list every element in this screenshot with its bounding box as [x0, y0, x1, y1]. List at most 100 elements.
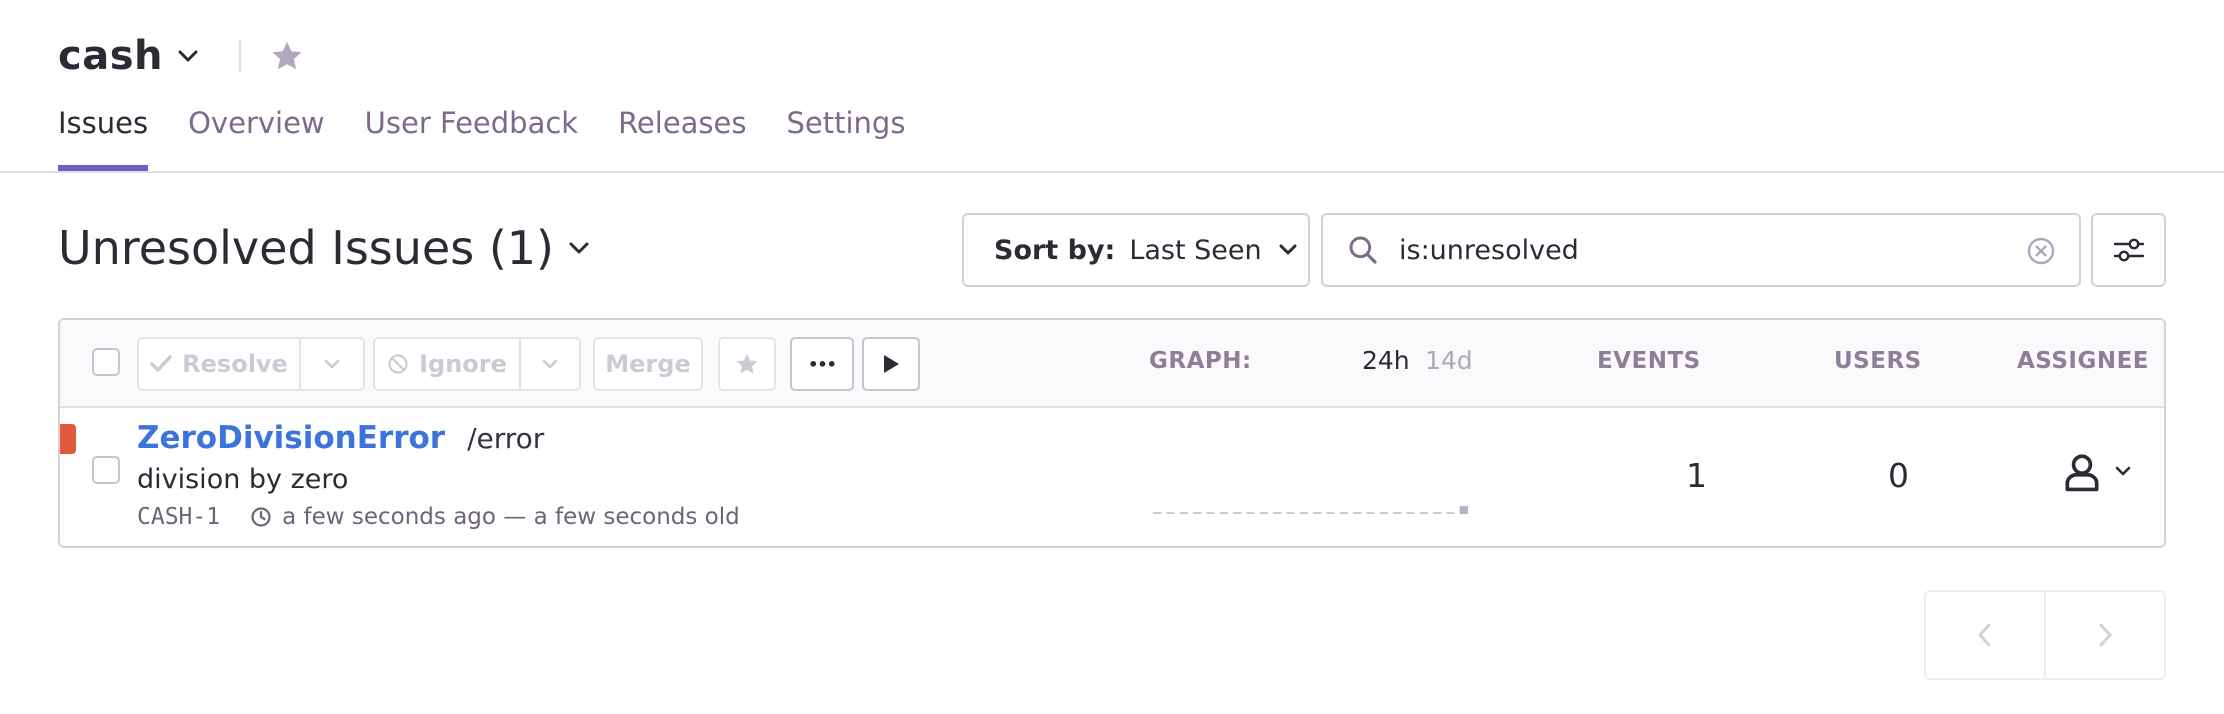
sparkline-bar — [1166, 512, 1175, 514]
issue-users-count: 0 — [1888, 456, 1909, 495]
sparkline-bar — [1446, 512, 1455, 514]
sparkline-bar — [1326, 512, 1335, 514]
issue-list-toolbar: Resolve Ignore Merge ••• GRAPH: 24h 14d … — [60, 320, 2164, 408]
level-indicator — [60, 424, 76, 454]
tab-releases[interactable]: Releases — [618, 100, 746, 172]
sparkline-bar — [1219, 512, 1228, 514]
resolve-label: Resolve — [182, 350, 288, 378]
ignore-button-group: Ignore — [373, 337, 581, 391]
sparkline-bar — [1393, 512, 1402, 514]
tab-overview[interactable]: Overview — [188, 100, 325, 172]
sparkline-bar — [1353, 512, 1362, 514]
sparkline-bar — [1233, 512, 1242, 514]
sparkline-bar — [1339, 512, 1348, 514]
sparkline-bar — [1459, 506, 1468, 514]
page-title-text: Unresolved Issues — [58, 221, 475, 275]
chevron-down-icon — [324, 359, 340, 369]
sparkline-bar — [1193, 512, 1202, 514]
ignore-label: Ignore — [419, 350, 507, 378]
filter-settings-button[interactable] — [2091, 213, 2166, 287]
page-title[interactable]: Unresolved Issues (1) — [58, 218, 590, 278]
sliders-icon — [2113, 238, 2144, 262]
sparkline-bar — [1299, 512, 1308, 514]
tab-issues[interactable]: Issues — [58, 100, 149, 172]
search-icon — [1347, 234, 1379, 266]
tab-settings[interactable]: Settings — [787, 100, 906, 172]
project-name[interactable]: cash — [58, 33, 163, 79]
issue-message: division by zero — [137, 464, 349, 495]
issue-type-link[interactable]: ZeroDivisionError — [137, 420, 445, 456]
star-icon[interactable] — [269, 38, 305, 74]
issue-meta: CASH-1 a few seconds ago — a few seconds… — [137, 504, 740, 530]
ban-icon — [388, 354, 408, 374]
check-icon — [150, 355, 172, 372]
merge-button[interactable]: Merge — [595, 339, 701, 389]
sparkline-bar — [1179, 512, 1188, 514]
period-24h[interactable]: 24h — [1362, 346, 1410, 375]
issue-count: (1) — [488, 221, 554, 275]
project-header: cash — [58, 30, 305, 82]
chevron-down-icon — [2115, 466, 2131, 476]
ellipsis-icon: ••• — [808, 354, 837, 374]
resolve-dropdown[interactable] — [299, 339, 363, 389]
chevron-left-icon — [1978, 623, 1991, 647]
period-14d[interactable]: 14d — [1425, 346, 1473, 375]
issue-events-count: 1 — [1686, 456, 1707, 495]
play-icon — [884, 355, 899, 373]
assignee-selector[interactable] — [2060, 450, 2132, 494]
sort-label: Sort by: — [994, 234, 1116, 266]
events-column-header: EVENTS — [1597, 348, 1701, 374]
bookmark-button-group — [718, 337, 776, 391]
sparkline-bar — [1259, 512, 1268, 514]
sparkline-bar — [1286, 512, 1295, 514]
sparkline-bar — [1246, 512, 1255, 514]
clock-icon — [250, 506, 272, 528]
realtime-play-button[interactable] — [862, 337, 920, 391]
select-all-checkbox[interactable] — [92, 348, 120, 376]
merge-button-group: Merge — [593, 337, 703, 391]
pagination — [1924, 590, 2166, 680]
merge-label: Merge — [605, 350, 691, 378]
sparkline-bar — [1366, 512, 1375, 514]
more-actions-button[interactable]: ••• — [790, 337, 854, 391]
sparkline-bar — [1273, 512, 1282, 514]
chevron-down-icon — [1278, 244, 1298, 256]
issue-timestamps: a few seconds ago — a few seconds old — [282, 504, 740, 530]
sparkline-bar — [1406, 512, 1415, 514]
chevron-down-icon[interactable] — [568, 241, 590, 255]
assignee-column-header: ASSIGNEE — [2017, 348, 2150, 374]
sparkline-bar — [1313, 512, 1322, 514]
search-bar — [1321, 213, 2081, 287]
sort-dropdown[interactable]: Sort by: Last Seen — [962, 213, 1310, 287]
header-divider — [239, 40, 241, 72]
bookmark-button[interactable] — [720, 339, 774, 389]
users-column-header: USERS — [1834, 348, 1922, 374]
chevron-down-icon — [542, 359, 558, 369]
previous-page-button[interactable] — [1926, 592, 2044, 678]
resolve-button-group: Resolve — [137, 337, 365, 391]
sparkline-bar — [1379, 512, 1388, 514]
sparkline-bar — [1206, 512, 1215, 514]
clear-search-icon[interactable] — [2025, 235, 2057, 267]
ignore-dropdown[interactable] — [519, 339, 579, 389]
issue-sparkline — [1153, 506, 1468, 514]
star-icon — [736, 353, 758, 374]
resolve-button[interactable]: Resolve — [139, 339, 299, 389]
sparkline-bar — [1153, 512, 1162, 514]
sparkline-bar — [1433, 512, 1442, 514]
sort-value: Last Seen — [1129, 234, 1262, 266]
next-page-button[interactable] — [2044, 592, 2164, 678]
search-input[interactable] — [1399, 234, 2019, 266]
user-icon — [2065, 454, 2099, 492]
chevron-down-icon[interactable] — [177, 49, 199, 63]
ignore-button[interactable]: Ignore — [375, 339, 519, 389]
graph-column-header: GRAPH: — [1149, 348, 1252, 374]
issue-title: ZeroDivisionError /error — [137, 420, 544, 456]
chevron-right-icon — [2099, 623, 2112, 647]
sparkline-bar — [1419, 512, 1428, 514]
tab-user-feedback[interactable]: User Feedback — [365, 100, 578, 172]
issue-checkbox[interactable] — [92, 456, 120, 484]
project-tabs: Issues Overview User Feedback Releases S… — [58, 100, 945, 172]
issue-list-panel: Resolve Ignore Merge ••• GRAPH: 24h 14d … — [58, 318, 2166, 548]
issue-culprit: /error — [467, 422, 545, 455]
